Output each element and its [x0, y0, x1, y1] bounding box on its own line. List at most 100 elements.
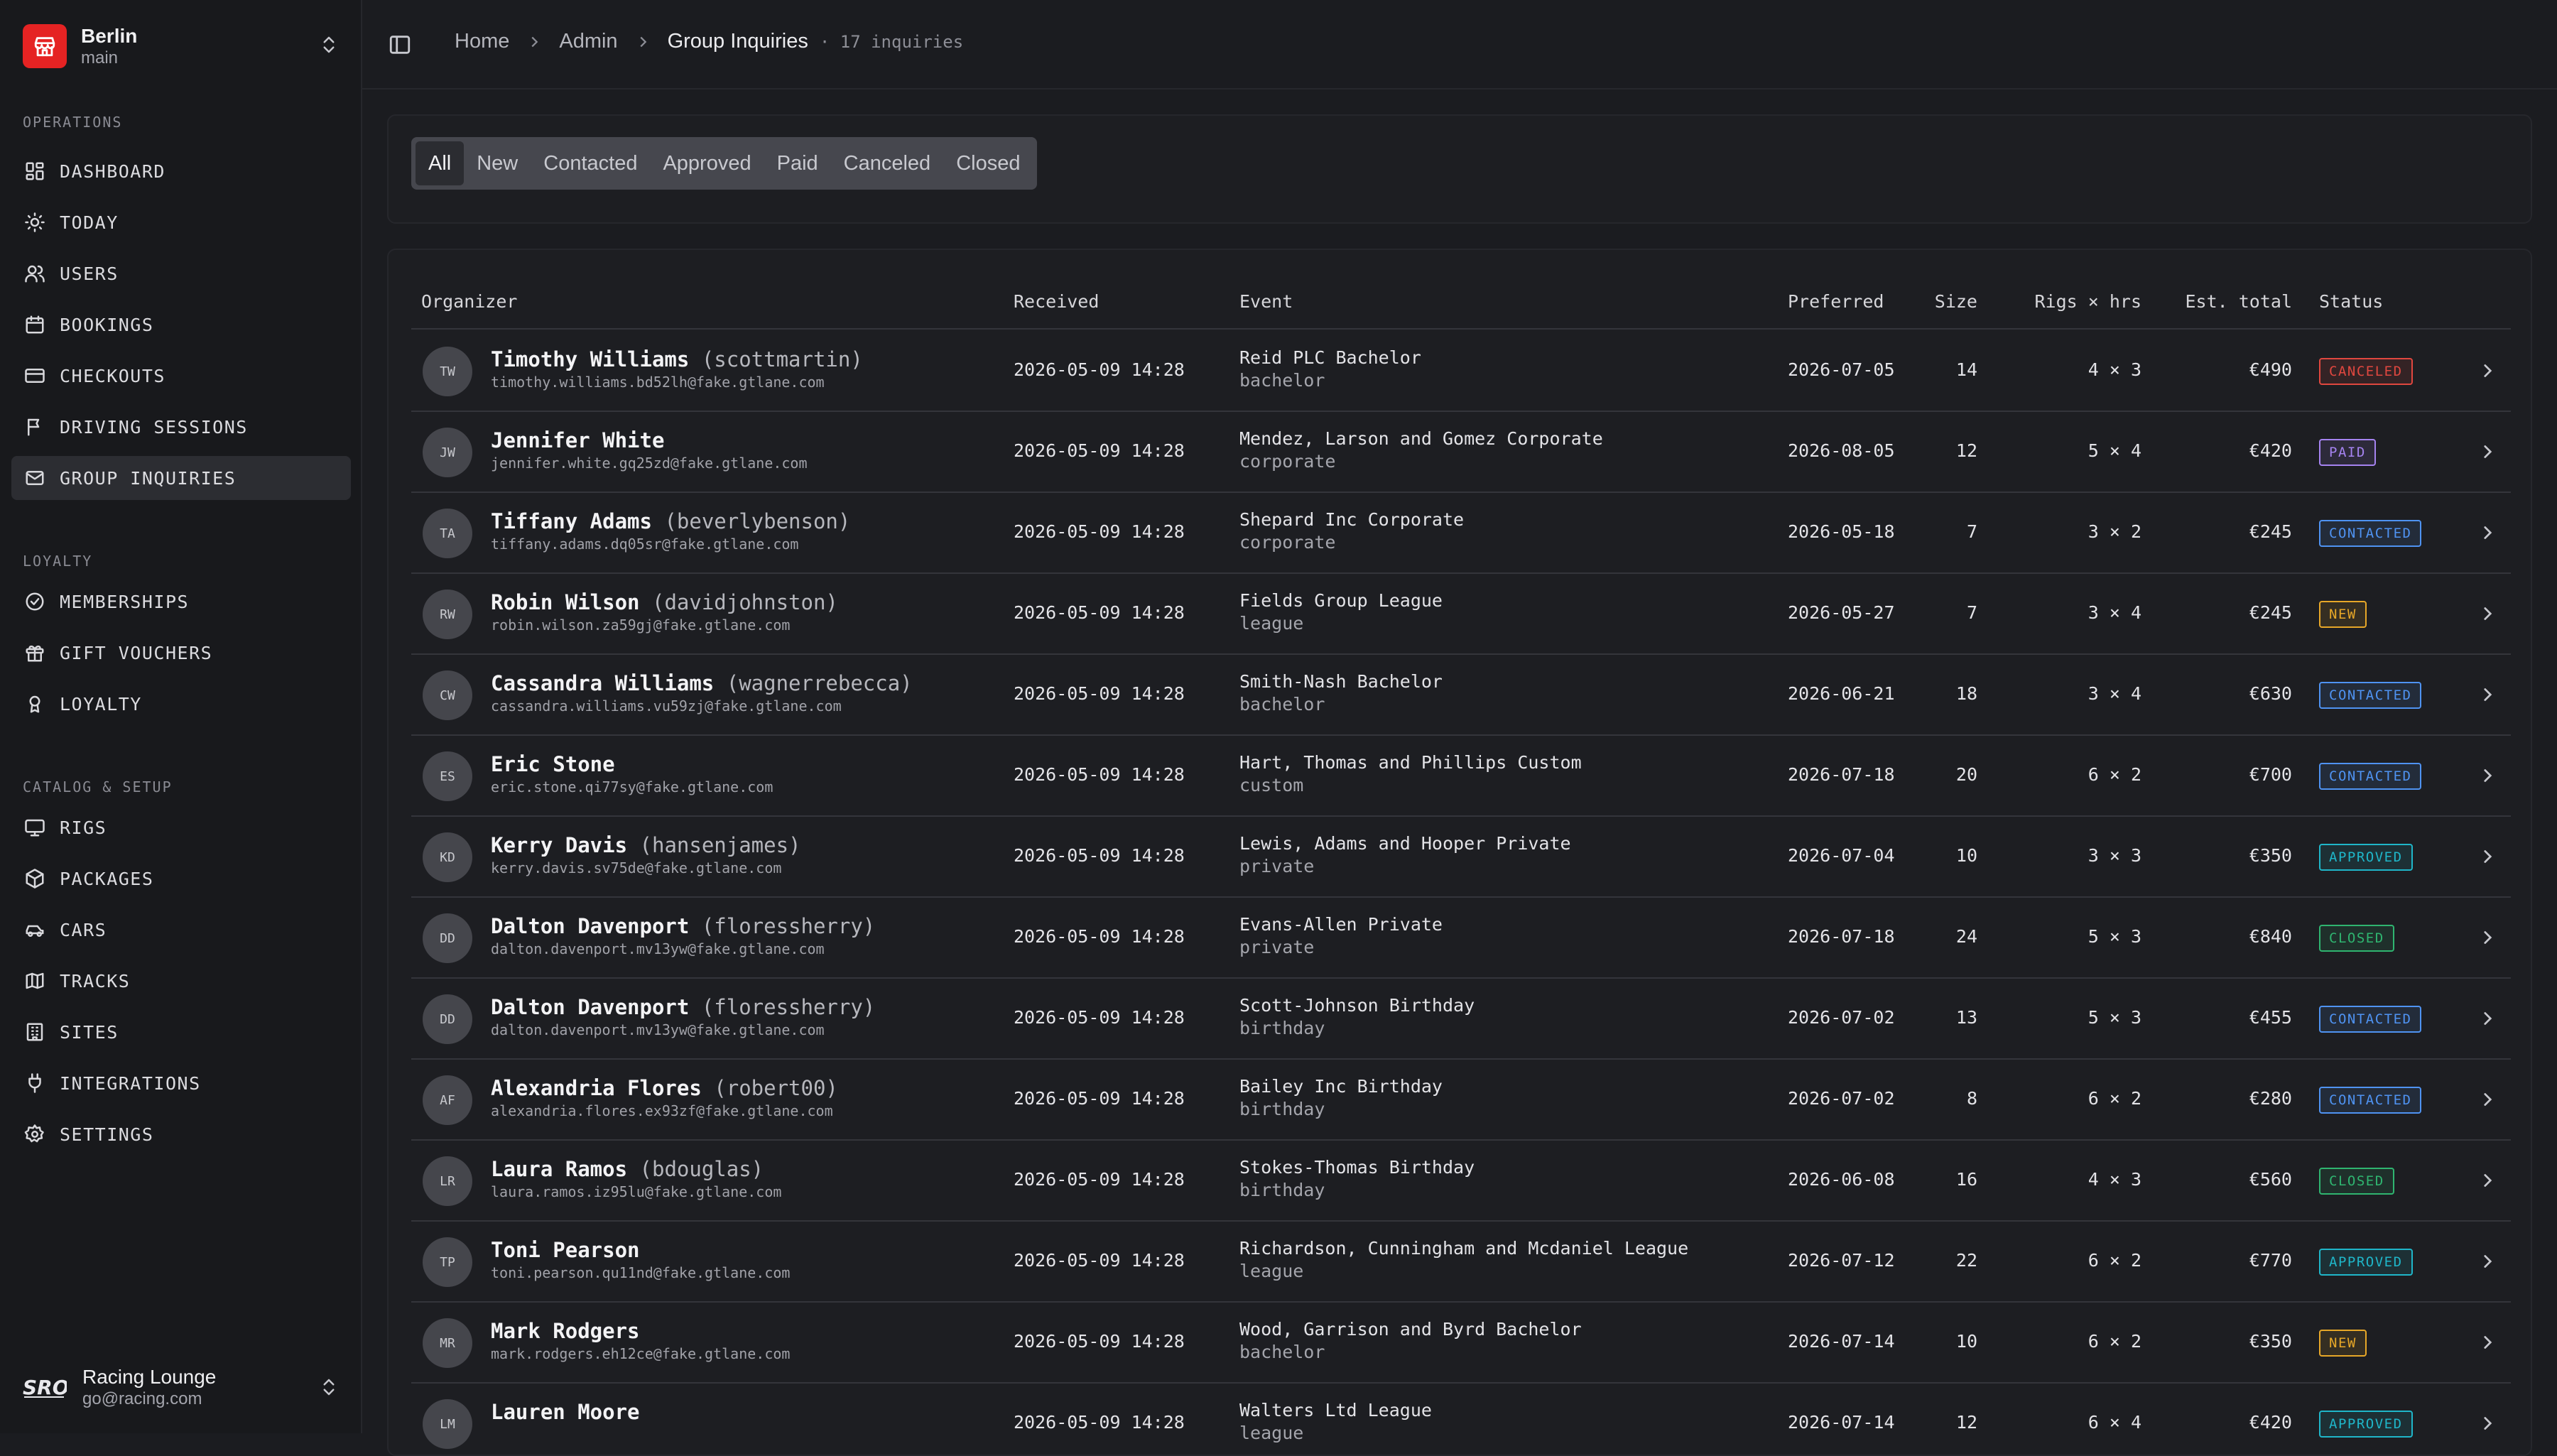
- organizer-name: Kerry Davis: [491, 833, 628, 857]
- col-size[interactable]: Size: [1928, 291, 1977, 312]
- status-badge: CLOSED: [2319, 925, 2394, 952]
- table-row[interactable]: DD Dalton Davenport (floressherry) dalton.…: [411, 979, 2511, 1060]
- status-badge: NEW: [2319, 601, 2367, 628]
- sidebar-item-settings[interactable]: SETTINGS: [11, 1112, 351, 1156]
- table-row[interactable]: RW Robin Wilson (davidjohnston) robin.wils…: [411, 574, 2511, 655]
- chevron-right-icon[interactable]: [2478, 1414, 2497, 1435]
- tab-new[interactable]: New: [464, 141, 531, 185]
- rigs-hrs-cell: 6 × 4: [2088, 1412, 2141, 1433]
- table-row[interactable]: MR Mark Rodgers mark.rodgers.eh12ce@fake.g…: [411, 1303, 2511, 1384]
- received-cell: 2026-05-09 14:28: [1014, 1412, 1185, 1433]
- status-badge: CONTACTED: [2319, 1006, 2422, 1033]
- table-row[interactable]: TP Toni Pearson toni.pearson.qu11nd@fake.g…: [411, 1222, 2511, 1303]
- col-event[interactable]: Event: [1239, 291, 1293, 312]
- sidebar-item-sites[interactable]: SITES: [11, 1010, 351, 1054]
- sidebar-item-label: USERS: [60, 263, 119, 284]
- sidebar-item-integrations[interactable]: INTEGRATIONS: [11, 1061, 351, 1105]
- col-received[interactable]: Received: [1014, 291, 1099, 312]
- plug-icon: [24, 1072, 60, 1094]
- event-cell: Smith-Nash Bachelor bachelor: [1239, 670, 1443, 716]
- breadcrumb-home[interactable]: Home: [455, 30, 509, 53]
- chevron-right-icon[interactable]: [2478, 766, 2497, 788]
- est-total-cell: €420: [2249, 1412, 2292, 1433]
- table-row[interactable]: LR Laura Ramos (bdouglas) laura.ramos.iz95…: [411, 1141, 2511, 1222]
- table-row[interactable]: ES Eric Stone eric.stone.qi77sy@fake.gtlan…: [411, 736, 2511, 817]
- avatar: DD: [423, 913, 472, 963]
- event-type: private: [1239, 937, 1315, 957]
- event-type: birthday: [1239, 1180, 1325, 1200]
- size-cell: 10: [1955, 845, 1977, 866]
- sidebar-item-memberships[interactable]: MEMBERSHIPS: [11, 580, 351, 624]
- account-switcher[interactable]: SRO Racing Lounge go@racing.com: [23, 1361, 342, 1413]
- sidebar-item-checkouts[interactable]: CHECKOUTS: [11, 354, 351, 398]
- tab-closed[interactable]: Closed: [943, 141, 1033, 185]
- table-row[interactable]: KD Kerry Davis (hansenjames) kerry.davis.s…: [411, 817, 2511, 898]
- event-type: corporate: [1239, 532, 1336, 553]
- organizer-email: cassandra.williams.vu59zj@fake.gtlane.co…: [491, 697, 842, 715]
- rigs-hrs-cell: 3 × 2: [2088, 521, 2141, 542]
- organizer-username: (floressherry): [701, 995, 876, 1019]
- chevron-right-icon[interactable]: [2478, 604, 2497, 626]
- est-total-cell: €455: [2249, 1007, 2292, 1028]
- table-row[interactable]: LM Lauren Moore 2026-05-09 14:28 Walters Lt…: [411, 1384, 2511, 1455]
- chevron-right-icon[interactable]: [2478, 1171, 2497, 1192]
- preferred-cell: 2026-06-08: [1788, 1169, 1895, 1190]
- col-organizer[interactable]: Organizer: [421, 291, 517, 312]
- organizer-username: (davidjohnston): [651, 590, 838, 614]
- rigs-hrs-cell: 5 × 3: [2088, 1007, 2141, 1028]
- col-est-total[interactable]: Est. total: [2166, 291, 2292, 312]
- preferred-cell: 2026-07-02: [1788, 1007, 1895, 1028]
- table-row[interactable]: JW Jennifer White jennifer.white.gq25zd@fa…: [411, 412, 2511, 493]
- col-preferred[interactable]: Preferred: [1788, 291, 1884, 312]
- col-rigs-hrs[interactable]: Rigs × hrs: [2028, 291, 2141, 312]
- sidebar-item-tracks[interactable]: TRACKS: [11, 959, 351, 1003]
- sidebar-item-rigs[interactable]: RIGS: [11, 805, 351, 849]
- chevron-right-icon[interactable]: [2478, 928, 2497, 950]
- chevron-right-icon[interactable]: [2478, 847, 2497, 869]
- chevron-right-icon[interactable]: [2478, 1009, 2497, 1031]
- table-row[interactable]: AF Alexandria Flores (robert00) alexandria…: [411, 1060, 2511, 1141]
- status-badge: APPROVED: [2319, 844, 2413, 871]
- svg-text:SRO: SRO: [23, 1376, 67, 1399]
- sidebar-item-group-inquiries[interactable]: GROUP INQUIRIES: [11, 456, 351, 500]
- table-row[interactable]: DD Dalton Davenport (floressherry) dalton.…: [411, 898, 2511, 979]
- chevron-right-icon[interactable]: [2478, 362, 2497, 383]
- gift-icon: [24, 642, 60, 663]
- size-cell: 14: [1955, 359, 1977, 380]
- event-cell: Lewis, Adams and Hooper Private private: [1239, 832, 1571, 878]
- table-row[interactable]: CW Cassandra Williams (wagnerrebecca) cass…: [411, 655, 2511, 736]
- tab-canceled[interactable]: Canceled: [831, 141, 944, 185]
- event-type: bachelor: [1239, 370, 1325, 391]
- chevron-right-icon[interactable]: [2478, 523, 2497, 545]
- sidebar-item-today[interactable]: TODAY: [11, 200, 351, 244]
- tab-paid[interactable]: Paid: [764, 141, 831, 185]
- event-cell: Reid PLC Bachelor bachelor: [1239, 347, 1421, 392]
- sidebar-item-dashboard[interactable]: DASHBOARD: [11, 149, 351, 193]
- chevron-right-icon[interactable]: [2478, 442, 2497, 464]
- sidebar-item-cars[interactable]: CARS: [11, 908, 351, 952]
- sidebar-item-loyalty[interactable]: LOYALTY: [11, 682, 351, 726]
- sidebar-item-bookings[interactable]: BOOKINGS: [11, 303, 351, 347]
- sidebar-item-users[interactable]: USERS: [11, 251, 351, 295]
- breadcrumb-admin[interactable]: Admin: [559, 30, 617, 53]
- sidebar-item-packages[interactable]: PACKAGES: [11, 857, 351, 901]
- organizer-username: (hansenjames): [639, 833, 801, 857]
- tab-contacted[interactable]: Contacted: [531, 141, 650, 185]
- col-status[interactable]: Status: [2319, 291, 2383, 312]
- chevron-right-icon[interactable]: [2478, 1252, 2497, 1273]
- sidebar-item-gift-vouchers[interactable]: GIFT VOUCHERS: [11, 631, 351, 675]
- table-row[interactable]: TA Tiffany Adams (beverlybenson) tiffany.a…: [411, 493, 2511, 574]
- sidebar-item-driving-sessions[interactable]: DRIVING SESSIONS: [11, 405, 351, 449]
- rigs-hrs-cell: 5 × 3: [2088, 926, 2141, 947]
- sidebar-item-label: BOOKINGS: [60, 314, 154, 335]
- table-row[interactable]: TW Timothy Williams (scottmartin) timothy.…: [411, 331, 2511, 412]
- sidebar-toggle-icon[interactable]: [388, 33, 412, 60]
- chevron-right-icon[interactable]: [2478, 1090, 2497, 1112]
- avatar: DD: [423, 994, 472, 1044]
- tab-approved[interactable]: Approved: [650, 141, 764, 185]
- chevron-right-icon[interactable]: [2478, 1333, 2497, 1354]
- chevron-right-icon[interactable]: [2478, 685, 2497, 707]
- tab-all[interactable]: All: [416, 141, 465, 185]
- received-cell: 2026-05-09 14:28: [1014, 602, 1185, 623]
- org-switcher[interactable]: Berlin main: [23, 21, 342, 71]
